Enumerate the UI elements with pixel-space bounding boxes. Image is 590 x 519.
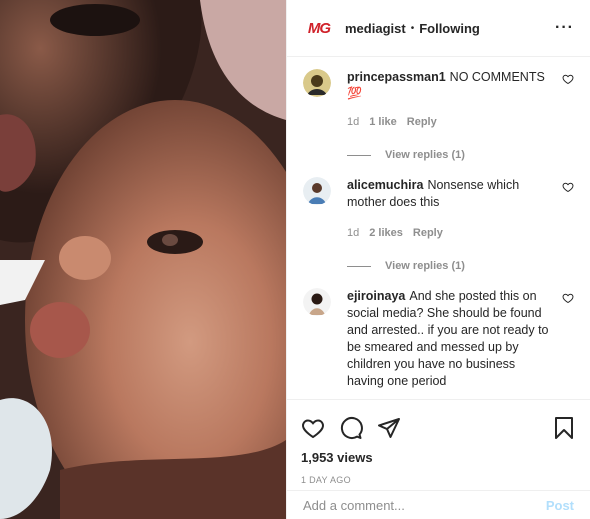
post-header: MG mediagist • Following ··· [287,0,590,57]
avatar[interactable] [303,177,331,205]
comment-emoji: 💯 [347,86,362,100]
post-actions: 1,953 views 1 DAY AGO [287,399,590,485]
replies-divider [347,265,371,267]
account-username[interactable]: mediagist [345,21,406,36]
more-horizontal-icon[interactable]: ··· [555,19,574,37]
comment-item: princepassman1 NO COMMENTS 💯 1d 1 like Re… [303,69,574,131]
separator-dot: • [410,22,415,34]
comment-username[interactable]: princepassman1 [347,70,446,84]
action-icons [301,408,576,448]
comment-composer: Post [287,490,590,519]
comment-text: And she posted this on social media? She… [347,289,549,388]
post-details-panel: MG mediagist • Following ··· princepassm… [286,0,590,519]
view-replies-label: View replies (1) [385,260,465,272]
account-logo-text: MG [307,19,331,37]
replies-divider [347,154,371,156]
comment-time: 1d [347,227,360,239]
comment-icon[interactable] [339,416,363,440]
comment-input[interactable] [303,497,546,513]
comment-username[interactable]: alicemuchira [347,178,423,192]
comment-meta: 1d 1 like Reply [347,114,552,131]
comment-meta: 1d 2 likes Reply [347,225,552,242]
comment-username[interactable]: ejiroinaya [347,289,405,303]
heart-icon[interactable] [301,416,325,440]
post-button[interactable]: Post [546,498,574,513]
reply-button[interactable]: Reply [407,114,437,131]
comment-text: NO COMMENTS [449,70,545,84]
view-replies-button[interactable]: View replies (1) [347,260,574,272]
view-replies-label: View replies (1) [385,149,465,161]
avatar[interactable] [303,288,331,316]
comments-list[interactable]: princepassman1 NO COMMENTS 💯 1d 1 like Re… [287,57,590,399]
heart-icon[interactable] [562,292,574,304]
comment-item: ejiroinaya And she posted this on social … [303,288,574,390]
share-icon[interactable] [377,416,401,440]
comment-likes[interactable]: 2 likes [369,225,403,242]
comment-likes[interactable]: 1 like [369,114,397,131]
comment-item: alicemuchira Nonsense which mother does t… [303,177,574,242]
reply-button[interactable]: Reply [413,225,443,242]
avatar[interactable] [303,69,331,97]
post-video[interactable] [0,0,286,519]
following-button[interactable]: Following [419,21,480,36]
view-count[interactable]: 1,953 views [301,450,576,465]
comment-time: 1d [347,116,360,128]
bookmark-icon[interactable] [552,416,576,440]
view-replies-button[interactable]: View replies (1) [347,149,574,161]
heart-icon[interactable] [562,181,574,193]
post-date[interactable]: 1 DAY AGO [301,475,576,485]
heart-icon[interactable] [562,73,574,85]
video-frame-illustration [0,0,286,519]
account-avatar[interactable]: MG [303,12,335,44]
